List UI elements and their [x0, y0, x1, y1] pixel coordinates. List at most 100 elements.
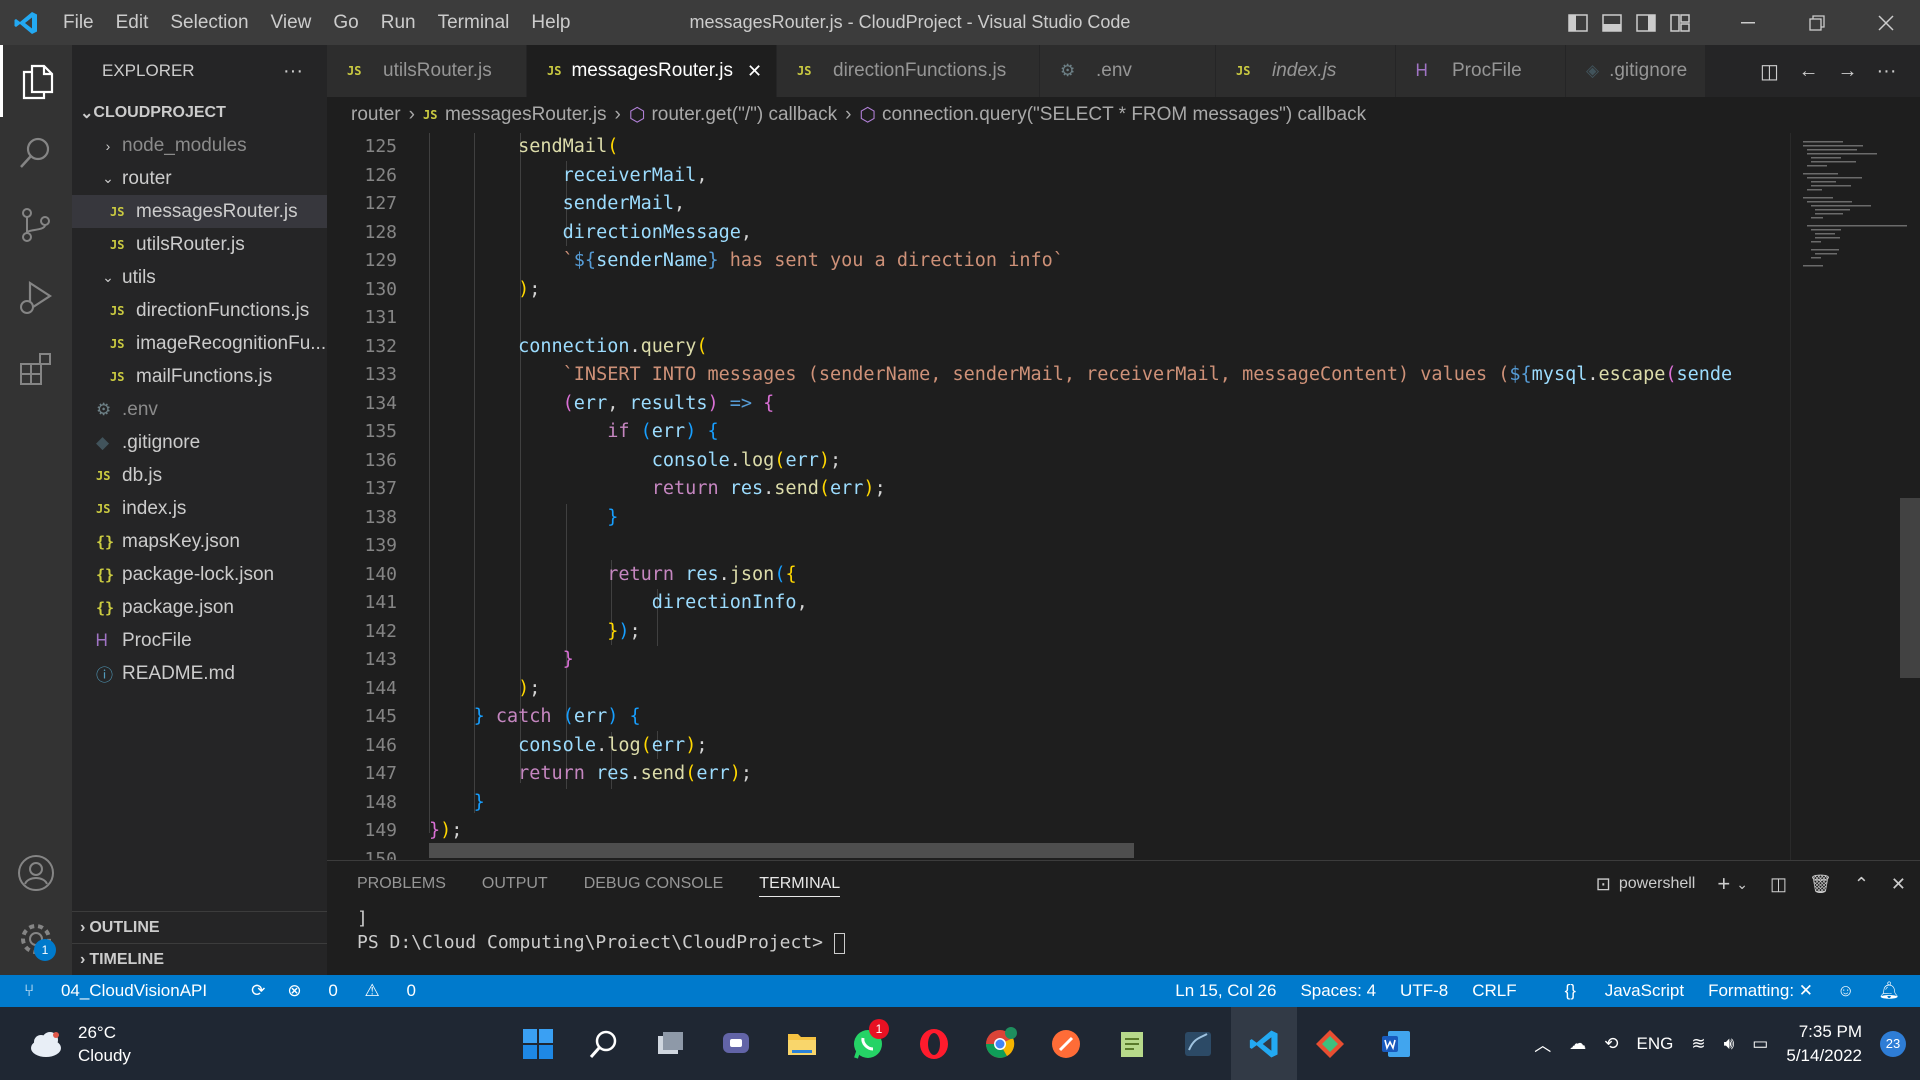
- search-icon[interactable]: [0, 117, 72, 189]
- notification-count-badge[interactable]: 23: [1880, 1030, 1906, 1057]
- tab-problems[interactable]: PROBLEMS: [357, 861, 446, 907]
- postman-button[interactable]: [1033, 1007, 1099, 1080]
- extensions-icon[interactable]: [0, 333, 72, 405]
- trash-icon[interactable]: 🗑: [1809, 874, 1832, 895]
- tab-index[interactable]: JS index.js: [1216, 45, 1396, 97]
- maximize-panel-icon[interactable]: ⌃: [1854, 874, 1869, 895]
- restore-button[interactable]: [1782, 0, 1851, 45]
- tree-file-package[interactable]: {} package.json: [72, 591, 327, 624]
- battery-icon[interactable]: ▭: [1752, 1034, 1768, 1054]
- explorer-icon[interactable]: [0, 45, 72, 117]
- settings-gear-icon[interactable]: 1: [0, 903, 72, 975]
- more-actions-icon[interactable]: ···: [283, 60, 303, 83]
- terminal-shell-name[interactable]: powershell: [1619, 875, 1695, 893]
- tree-file-package-lock[interactable]: {} package-lock.json: [72, 558, 327, 591]
- tree-file-gitignore[interactable]: ◆ .gitignore: [72, 426, 327, 459]
- vscode-taskbar-button[interactable]: [1231, 1007, 1297, 1080]
- source-control-icon[interactable]: [0, 189, 72, 261]
- notifications-bell-icon[interactable]: 🔔︎: [1878, 981, 1900, 1001]
- clock[interactable]: 7:35 PM 5/14/2022: [1786, 1020, 1862, 1068]
- minimize-button[interactable]: [1713, 0, 1782, 45]
- split-editor-icon[interactable]: ◫: [1750, 59, 1789, 84]
- branch-status[interactable]: ⑂ 04_CloudVisionAPI: [24, 981, 229, 1001]
- tree-file-utilsrouter[interactable]: JS utilsRouter.js: [72, 228, 327, 261]
- breadcrumb-symbol-router-get[interactable]: router.get("/") callback: [651, 104, 837, 126]
- language-mode[interactable]: {} JavaScript: [1541, 981, 1684, 1001]
- wifi-icon[interactable]: ≋: [1691, 1034, 1705, 1054]
- menu-view[interactable]: View: [260, 0, 323, 45]
- tab-directionfunctions[interactable]: JS directionFunctions.js: [777, 45, 1040, 97]
- toggle-sidebar-icon[interactable]: [1561, 0, 1595, 45]
- tab-debug-console[interactable]: DEBUG CONSOLE: [584, 861, 724, 907]
- tab-utilsrouter[interactable]: JS utilsRouter.js: [327, 45, 527, 97]
- breadcrumb-symbol-connection-query[interactable]: connection.query("SELECT * FROM messages…: [882, 104, 1366, 126]
- tree-file-env[interactable]: ⚙ .env: [72, 393, 327, 426]
- tab-env[interactable]: ⚙ .env: [1040, 45, 1216, 97]
- file-explorer-button[interactable]: [769, 1007, 835, 1080]
- mysql-workbench-button[interactable]: [1165, 1007, 1231, 1080]
- tree-file-imagerecognition[interactable]: JS imageRecognitionFu...: [72, 327, 327, 360]
- code-lines[interactable]: sendMail( receiverMail, senderMail, dire…: [429, 133, 1779, 860]
- tree-folder-utils[interactable]: ⌄ utils: [72, 261, 327, 294]
- tab-output[interactable]: OUTPUT: [482, 861, 548, 907]
- cursor-position[interactable]: Ln 15, Col 26: [1175, 981, 1276, 1001]
- chevron-down-icon[interactable]: ⌄: [1736, 876, 1748, 893]
- start-button[interactable]: [505, 1007, 571, 1080]
- close-tab-icon[interactable]: ✕: [747, 61, 762, 82]
- menu-selection[interactable]: Selection: [159, 0, 259, 45]
- feedback-icon[interactable]: ☺: [1837, 981, 1854, 1001]
- eol-status[interactable]: CRLF: [1472, 981, 1516, 1001]
- close-window-button[interactable]: [1851, 0, 1920, 45]
- outline-section[interactable]: › OUTLINE: [72, 911, 327, 943]
- project-folder-header[interactable]: ⌄ CLOUDPROJECT: [72, 97, 327, 129]
- input-language[interactable]: ENG: [1636, 1034, 1673, 1054]
- tree-file-directionfunctions[interactable]: JS directionFunctions.js: [72, 294, 327, 327]
- timeline-section[interactable]: › TIMELINE: [72, 943, 327, 975]
- split-terminal-icon[interactable]: ◫: [1770, 874, 1787, 895]
- task-view-button[interactable]: [637, 1007, 703, 1080]
- volume-icon[interactable]: 🔊︎: [1724, 1034, 1735, 1054]
- tree-file-mapskey[interactable]: {} mapsKey.json: [72, 525, 327, 558]
- menu-go[interactable]: Go: [322, 0, 369, 45]
- go-forward-icon[interactable]: →: [1828, 60, 1867, 83]
- notepad-app-button[interactable]: [1099, 1007, 1165, 1080]
- encoding-status[interactable]: UTF-8: [1400, 981, 1448, 1001]
- indentation-status[interactable]: Spaces: 4: [1300, 981, 1376, 1001]
- horizontal-scrollbar[interactable]: [429, 843, 1134, 858]
- tree-folder-router[interactable]: ⌄ router: [72, 162, 327, 195]
- tree-file-procfile[interactable]: Ꮋ ProcFile: [72, 624, 327, 657]
- menu-edit[interactable]: Edit: [105, 0, 160, 45]
- go-back-icon[interactable]: ←: [1789, 60, 1828, 83]
- tree-file-mailfunctions[interactable]: JS mailFunctions.js: [72, 360, 327, 393]
- onedrive-icon[interactable]: ☁: [1569, 1034, 1586, 1054]
- sync-icon[interactable]: ⟳: [251, 981, 265, 1001]
- taskbar-search-button[interactable]: [571, 1007, 637, 1080]
- teams-chat-button[interactable]: [703, 1007, 769, 1080]
- account-icon[interactable]: [0, 837, 72, 909]
- terminal-output[interactable]: ] PS D:\Cloud Computing\Proiect\CloudPro…: [327, 907, 1920, 955]
- more-actions-icon[interactable]: ···: [1867, 60, 1906, 83]
- word-button[interactable]: [1363, 1007, 1429, 1080]
- tab-procfile[interactable]: Ꮋ ProcFile: [1396, 45, 1566, 97]
- breadcrumb-file[interactable]: messagesRouter.js: [445, 104, 607, 126]
- customize-layout-icon[interactable]: [1663, 0, 1697, 45]
- run-debug-icon[interactable]: [0, 261, 72, 333]
- weather-widget[interactable]: 26°C Cloudy: [0, 1021, 220, 1067]
- breadcrumb-folder[interactable]: router: [351, 104, 401, 126]
- tree-folder-node-modules[interactable]: › node_modules: [72, 129, 327, 162]
- formatting-status[interactable]: Formatting: ✕: [1708, 981, 1813, 1001]
- close-panel-icon[interactable]: ✕: [1891, 874, 1906, 895]
- code-editor[interactable]: 125 126 127 128 129 130 131 132 133 134 …: [327, 133, 1920, 860]
- problems-status[interactable]: ⊗ 0 ⚠ 0: [287, 981, 438, 1001]
- opera-button[interactable]: [901, 1007, 967, 1080]
- menu-file[interactable]: File: [52, 0, 105, 45]
- tree-file-db[interactable]: JS db.js: [72, 459, 327, 492]
- toggle-secondary-sidebar-icon[interactable]: [1629, 0, 1663, 45]
- chrome-button[interactable]: [967, 1007, 1033, 1080]
- chevron-up-icon[interactable]: ︿: [1534, 1031, 1551, 1056]
- menu-help[interactable]: Help: [520, 0, 581, 45]
- git-app-button[interactable]: [1297, 1007, 1363, 1080]
- tab-messagesrouter[interactable]: JS messagesRouter.js ✕: [527, 45, 777, 97]
- menu-terminal[interactable]: Terminal: [427, 0, 521, 45]
- toggle-panel-icon[interactable]: [1595, 0, 1629, 45]
